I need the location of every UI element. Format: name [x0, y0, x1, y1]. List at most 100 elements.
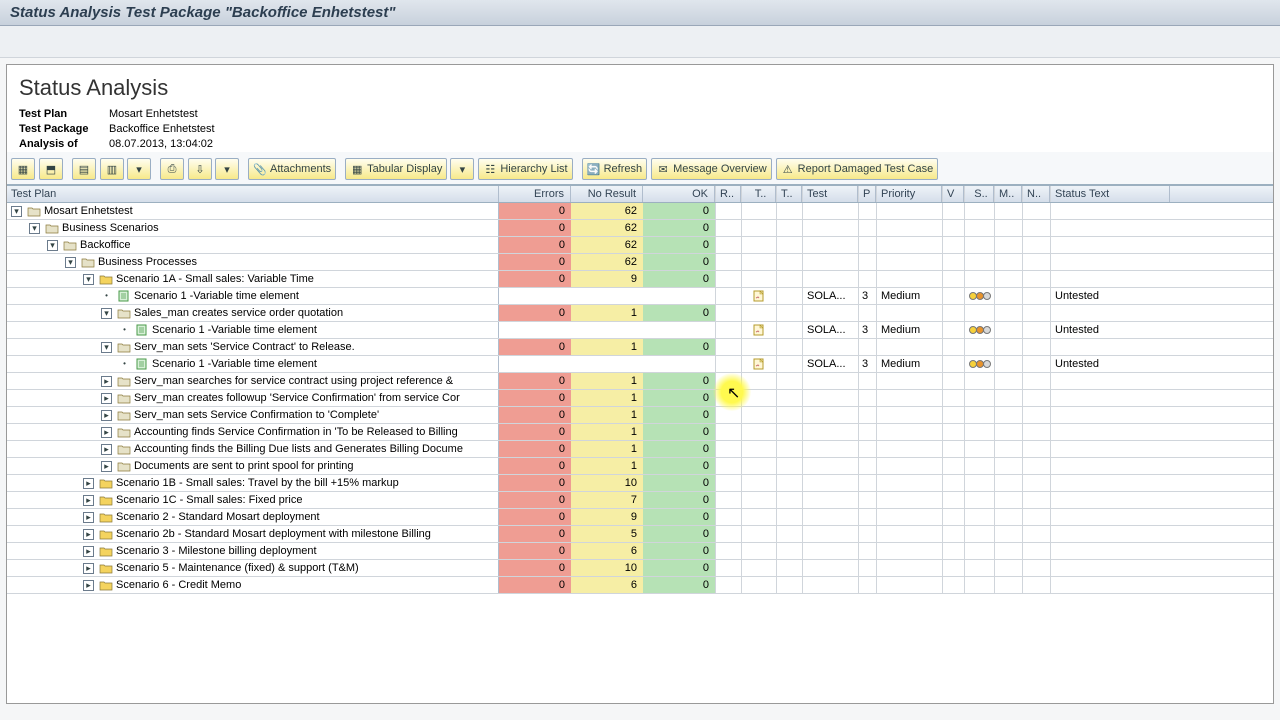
col-test[interactable]: Test [802, 186, 858, 202]
expand-toggle[interactable]: ▸ [101, 410, 112, 421]
expand-toggle[interactable]: ▸ [83, 580, 94, 591]
table-row[interactable]: ▸Scenario 1C - Small sales: Fixed price0… [7, 492, 1273, 509]
tree-cell[interactable]: •Scenario 1 -Variable time element [7, 322, 499, 338]
col-nores[interactable]: No Result [571, 186, 643, 202]
col-r[interactable]: R.. [715, 186, 741, 202]
tree-cell[interactable]: ▸Scenario 2 - Standard Mosart deployment [7, 509, 499, 525]
tb-export-button[interactable]: ⇩ [188, 158, 212, 180]
tabular-dd[interactable]: ▾ [450, 158, 474, 180]
tree-cell[interactable]: ▾Scenario 1A - Small sales: Variable Tim… [7, 271, 499, 287]
tb-export-dd[interactable]: ▾ [215, 158, 239, 180]
expand-toggle[interactable]: ▸ [101, 393, 112, 404]
col-t2[interactable]: T.. [776, 186, 802, 202]
tree-cell[interactable]: ▸Serv_man creates followup 'Service Conf… [7, 390, 499, 406]
document-icon[interactable] [753, 358, 765, 370]
msg-overview-button[interactable]: ✉Message Overview [651, 158, 772, 180]
tree-cell[interactable]: •Scenario 1 -Variable time element [7, 356, 499, 372]
tree-cell[interactable]: ▾Mosart Enhetstest [7, 203, 499, 219]
col-errors[interactable]: Errors [499, 186, 571, 202]
tb-nav-button[interactable]: ⬒ [39, 158, 63, 180]
table-row[interactable]: ▸Serv_man searches for service contract … [7, 373, 1273, 390]
expand-toggle[interactable]: ▸ [101, 461, 112, 472]
tb-filter-button[interactable]: ▦ [11, 158, 35, 180]
tree-cell[interactable]: ▾Business Processes [7, 254, 499, 270]
table-row[interactable]: ▸Documents are sent to print spool for p… [7, 458, 1273, 475]
table-row[interactable]: ▸Scenario 6 - Credit Memo060 [7, 577, 1273, 594]
collapse-toggle[interactable]: ▾ [47, 240, 58, 251]
tree-cell[interactable]: ▾Sales_man creates service order quotati… [7, 305, 499, 321]
col-v[interactable]: V [942, 186, 964, 202]
col-ok[interactable]: OK [643, 186, 715, 202]
table-row[interactable]: ▾Business Scenarios0620 [7, 220, 1273, 237]
expand-toggle[interactable]: ▸ [101, 376, 112, 387]
tb-table-button[interactable]: ▤ [72, 158, 96, 180]
col-s[interactable]: S.. [964, 186, 994, 202]
tree-cell[interactable]: ▸Accounting finds Service Confirmation i… [7, 424, 499, 440]
table-row[interactable]: •Scenario 1 -Variable time elementSOLA..… [7, 356, 1273, 373]
tree-cell[interactable]: ▸Scenario 2b - Standard Mosart deploymen… [7, 526, 499, 542]
table-row[interactable]: ▸Serv_man sets Service Confirmation to '… [7, 407, 1273, 424]
tree-cell[interactable]: ▸Serv_man sets Service Confirmation to '… [7, 407, 499, 423]
collapse-toggle[interactable]: ▾ [11, 206, 22, 217]
col-n[interactable]: N.. [1022, 186, 1050, 202]
tree-cell[interactable]: ▸Scenario 6 - Credit Memo [7, 577, 499, 593]
tree-cell[interactable]: ▾Backoffice [7, 237, 499, 253]
expand-toggle[interactable]: ▸ [83, 512, 94, 523]
expand-toggle[interactable]: ▸ [83, 495, 94, 506]
table-row[interactable]: ▸Scenario 2b - Standard Mosart deploymen… [7, 526, 1273, 543]
tree-cell[interactable]: ▸Scenario 1C - Small sales: Fixed price [7, 492, 499, 508]
collapse-toggle[interactable]: ▾ [83, 274, 94, 285]
tree-cell[interactable]: ▸Scenario 1B - Small sales: Travel by th… [7, 475, 499, 491]
col-prio[interactable]: Priority [876, 186, 942, 202]
table-row[interactable]: ▾Business Processes0620 [7, 254, 1273, 271]
table-row[interactable]: ▸Scenario 5 - Maintenance (fixed) & supp… [7, 560, 1273, 577]
expand-toggle[interactable]: ▸ [83, 529, 94, 540]
expand-toggle[interactable]: ▸ [101, 427, 112, 438]
table-row[interactable]: ▾Scenario 1A - Small sales: Variable Tim… [7, 271, 1273, 288]
table-row[interactable]: ▸Scenario 1B - Small sales: Travel by th… [7, 475, 1273, 492]
hierarchy-button[interactable]: ☷Hierarchy List [478, 158, 572, 180]
table-row[interactable]: ▸Accounting finds the Billing Due lists … [7, 441, 1273, 458]
table-row[interactable]: ▾Serv_man sets 'Service Contract' to Rel… [7, 339, 1273, 356]
collapse-toggle[interactable]: ▾ [29, 223, 40, 234]
tree-cell[interactable]: ▸Scenario 3 - Milestone billing deployme… [7, 543, 499, 559]
report-dmg-button[interactable]: ⚠Report Damaged Test Case [776, 158, 939, 180]
expand-toggle[interactable]: ▸ [83, 546, 94, 557]
attachments-button[interactable]: 📎Attachments [248, 158, 336, 180]
col-p[interactable]: P [858, 186, 876, 202]
expand-toggle[interactable]: ▸ [83, 478, 94, 489]
tb-print-button[interactable]: ⎙ [160, 158, 184, 180]
tree-cell[interactable]: ▸Documents are sent to print spool for p… [7, 458, 499, 474]
tree-cell[interactable]: ▾Business Scenarios [7, 220, 499, 236]
tree-cell[interactable]: ▸Scenario 5 - Maintenance (fixed) & supp… [7, 560, 499, 576]
tabular-button[interactable]: ▦Tabular Display [345, 158, 447, 180]
col-status[interactable]: Status Text [1050, 186, 1170, 202]
table-row[interactable]: ▸Scenario 3 - Milestone billing deployme… [7, 543, 1273, 560]
collapse-toggle[interactable]: ▾ [101, 342, 112, 353]
col-t1[interactable]: T.. [741, 186, 776, 202]
expand-toggle[interactable]: ▸ [83, 563, 94, 574]
cell-errors: 0 [499, 339, 571, 355]
refresh-button[interactable]: 🔄Refresh [582, 158, 648, 180]
tb-excel-dd[interactable]: ▾ [127, 158, 151, 180]
expand-toggle[interactable]: ▸ [101, 444, 112, 455]
table-row[interactable]: ▾Backoffice0620 [7, 237, 1273, 254]
tree-cell[interactable]: ▾Serv_man sets 'Service Contract' to Rel… [7, 339, 499, 355]
document-icon[interactable] [753, 324, 765, 336]
tb-excel-button[interactable]: ▥ [100, 158, 124, 180]
col-tree[interactable]: Test Plan [7, 186, 499, 202]
table-row[interactable]: ▸Serv_man creates followup 'Service Conf… [7, 390, 1273, 407]
collapse-toggle[interactable]: ▾ [101, 308, 112, 319]
document-icon[interactable] [753, 290, 765, 302]
col-m[interactable]: M.. [994, 186, 1022, 202]
tree-cell[interactable]: •Scenario 1 -Variable time element [7, 288, 499, 304]
collapse-toggle[interactable]: ▾ [65, 257, 76, 268]
tree-cell[interactable]: ▸Serv_man searches for service contract … [7, 373, 499, 389]
table-row[interactable]: •Scenario 1 -Variable time elementSOLA..… [7, 322, 1273, 339]
table-row[interactable]: ▾Sales_man creates service order quotati… [7, 305, 1273, 322]
tree-cell[interactable]: ▸Accounting finds the Billing Due lists … [7, 441, 499, 457]
table-row[interactable]: ▸Accounting finds Service Confirmation i… [7, 424, 1273, 441]
table-row[interactable]: ▸Scenario 2 - Standard Mosart deployment… [7, 509, 1273, 526]
table-row[interactable]: ▾Mosart Enhetstest0620 [7, 203, 1273, 220]
table-row[interactable]: •Scenario 1 -Variable time elementSOLA..… [7, 288, 1273, 305]
